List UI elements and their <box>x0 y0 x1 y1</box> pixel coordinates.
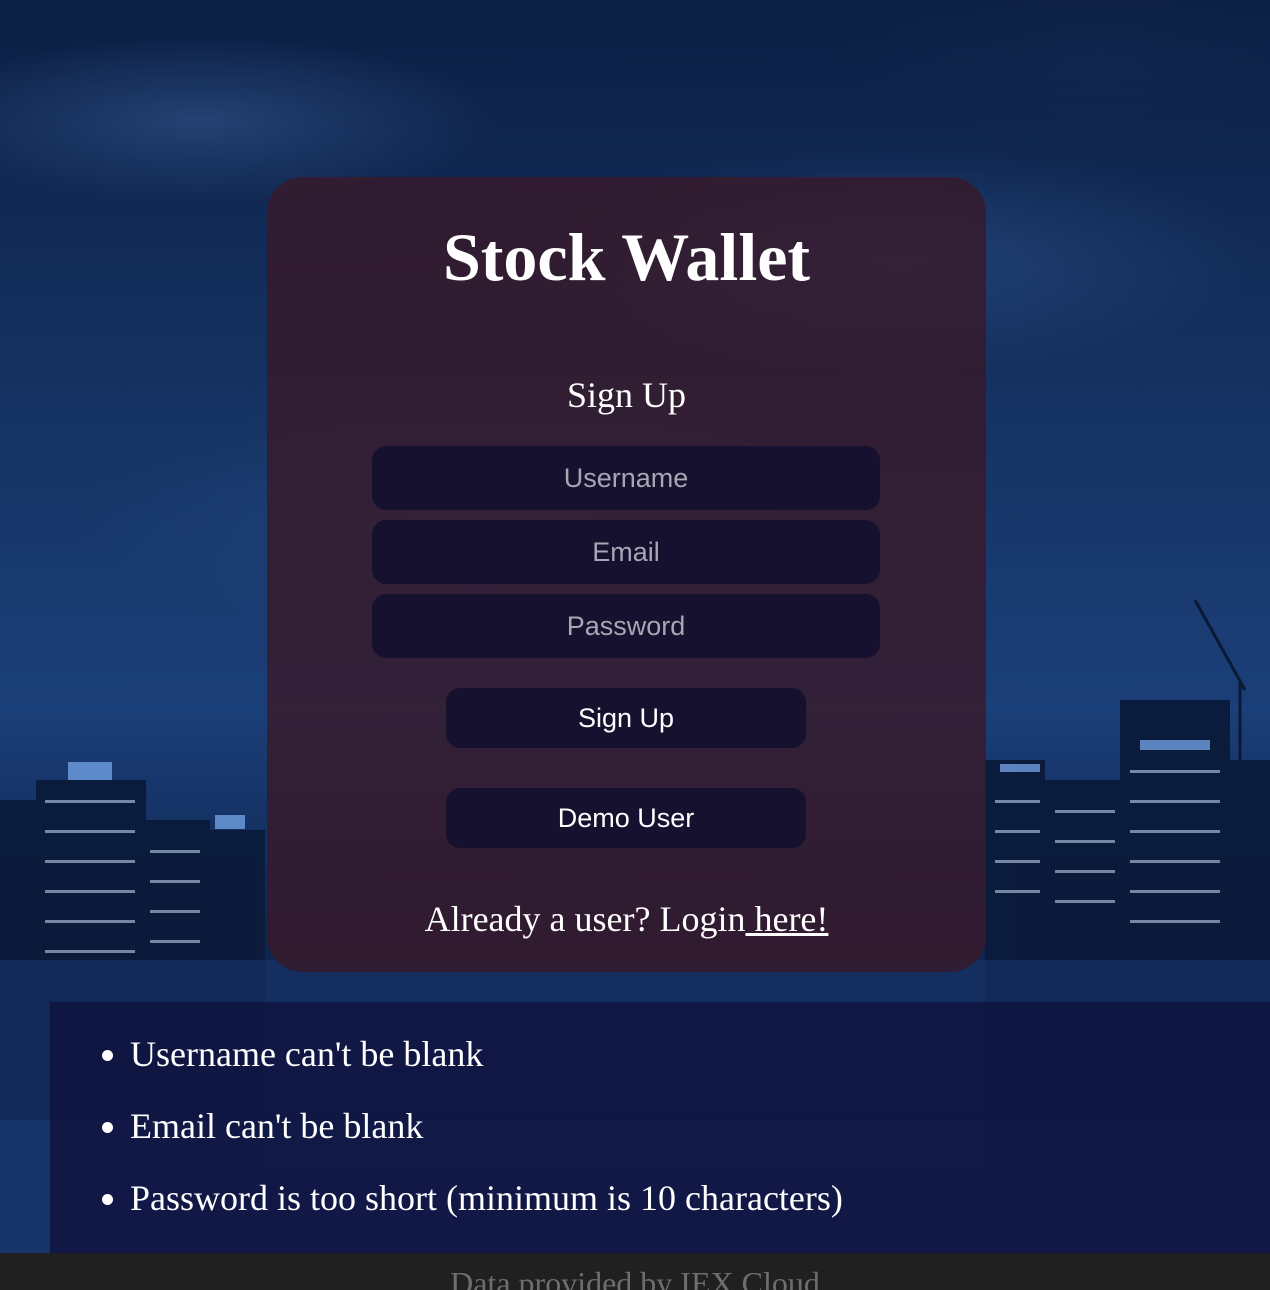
signup-heading: Sign Up <box>566 375 687 415</box>
error-list: Username can't be blank Email can't be b… <box>50 1002 1270 1254</box>
password-input[interactable] <box>372 594 880 658</box>
error-item: Password is too short (minimum is 10 cha… <box>130 1176 1270 1220</box>
sign-up-button[interactable]: Sign Up <box>446 688 806 748</box>
email-input[interactable] <box>372 520 880 584</box>
login-prompt: Already a user? Login here! <box>267 897 986 941</box>
footer-attribution: Data provided by IEX Cloud <box>450 1265 820 1290</box>
demo-user-button[interactable]: Demo User <box>446 788 806 848</box>
signup-card: Stock Wallet Sign Up Sign Up Demo User A… <box>267 177 986 972</box>
footer: Data provided by IEX Cloud <box>0 1253 1270 1290</box>
error-item: Email can't be blank <box>130 1104 1270 1148</box>
app-title: Stock Wallet <box>442 219 811 295</box>
login-prompt-text: Already a user? Login <box>424 899 746 939</box>
error-item: Username can't be blank <box>130 1032 1270 1076</box>
login-here-link[interactable]: here! <box>745 899 828 939</box>
username-input[interactable] <box>372 446 880 510</box>
